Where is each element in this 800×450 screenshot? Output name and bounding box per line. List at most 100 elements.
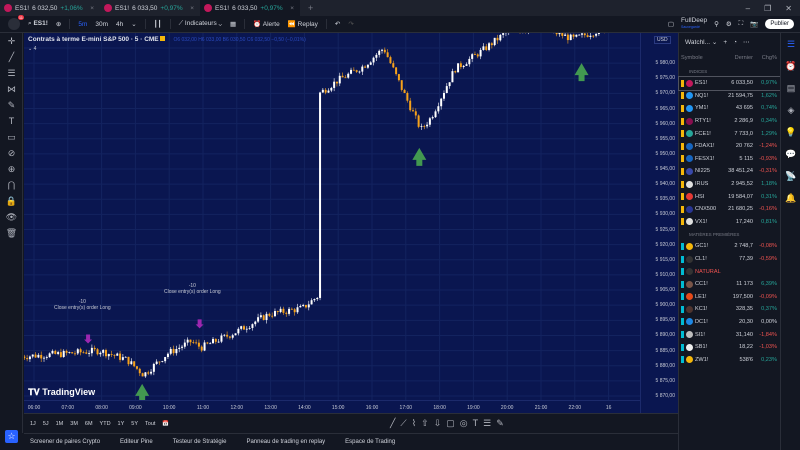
watchlist-row[interactable]: NI225 38 451,24 -0,31% [679,165,780,178]
text-icon[interactable]: T [0,113,23,129]
bottom-tab[interactable]: Espace de Trading [345,439,395,445]
redo-icon[interactable]: ↷ [348,20,353,28]
flag-icon[interactable] [681,255,684,263]
range-button[interactable]: 3M [70,421,78,427]
arrow-down-icon[interactable]: ⇩ [434,418,442,429]
rectangle-icon[interactable]: ▢ [446,418,455,429]
time-axis[interactable]: 06:00 07:00 08:00 09:00 10:00 11:00 12:00 13:00… [24,400,640,413]
browser-tab[interactable]: ES1! 6 033,50 +0,97% × [100,0,200,16]
watchlist-row[interactable]: CL1! 77,39 -0,59% [679,253,780,266]
interval-5m[interactable]: 5m [78,21,87,28]
watchlist-row[interactable]: RTY1! 2 286,9 0,34% [679,115,780,128]
watchlist-section-header[interactable]: MATIÈRES PREMIÈRES [679,228,780,240]
new-tab-icon[interactable]: + [308,3,313,13]
watchlist-row[interactable]: GC1! 2 748,7 -0,08% [679,240,780,253]
ruler-icon[interactable]: ▭ [0,129,23,145]
flag-icon[interactable] [681,305,684,313]
chart-pane[interactable]: Contrats à terme E-mini S&P 500 · 5 · CM… [24,33,640,400]
brush-icon[interactable]: ✎ [496,418,504,429]
indicators-collapse-button[interactable]: ⌄ 4 [28,46,36,52]
watchlist-row[interactable]: NATURAL [679,265,780,278]
flag-icon[interactable] [681,130,684,138]
bottom-tab[interactable]: Panneau de trading en replay [246,439,325,445]
watchlist-row[interactable]: ES1! 6 033,50 0,97% [678,76,781,91]
brush-icon[interactable]: ✎ [0,97,23,113]
range-button[interactable]: 1J [30,421,36,427]
watchlist-row[interactable]: YM1! 43 695 0,74% [679,102,780,115]
watchlist-icon[interactable]: ☰ [781,33,800,55]
path-icon[interactable]: ⌇ [412,418,416,429]
trash-icon[interactable]: 🗑 [0,225,23,241]
minimize-icon[interactable]: – [746,4,750,13]
watchlist-row[interactable]: FCE1! 7 733,0 1,29% [679,127,780,140]
symbol-search-button[interactable]: ⌕ ES1! [28,20,48,28]
line-tool-icon[interactable]: ╱ [390,418,395,429]
flag-icon[interactable] [681,242,684,250]
more-icon[interactable]: ⋯ [743,38,750,46]
watchlist-row[interactable]: CNX500 21 680,25 -0,16% [679,203,780,216]
flag-icon[interactable] [681,293,684,301]
watchlist-row[interactable]: LE1! 197,500 -0,09% [679,291,780,304]
broadcast-icon[interactable]: 📡 [781,165,800,187]
chat-icon[interactable]: 💬 [781,143,800,165]
trendline-icon[interactable]: ⟋ [400,418,406,429]
chevron-down-icon[interactable]: ⌄ [131,20,136,28]
close-icon[interactable]: × [290,5,294,12]
range-button[interactable]: Tout [145,421,155,427]
watchlist-row[interactable]: SI1! 31,140 -1,84% [679,328,780,341]
add-symbol-icon[interactable]: + [723,39,727,46]
pattern-icon[interactable]: ⋈ [0,81,23,97]
watchlist-title[interactable]: Watchl... ⌄ [685,38,717,46]
quick-search-icon[interactable]: ⚲ [714,20,719,28]
flag-icon[interactable] [681,280,684,288]
close-icon[interactable]: × [190,5,194,12]
layout-icon[interactable]: ▢ [668,20,674,28]
flag-icon[interactable] [681,167,684,175]
candles-type-icon[interactable]: ┃┃ [154,20,162,28]
settings-icon[interactable]: ⚙ [726,20,732,28]
flag-icon[interactable] [681,318,684,326]
watchlist-row[interactable]: CC1! 11 173 6,39% [679,278,780,291]
close-window-icon[interactable]: ✕ [785,4,792,13]
range-button[interactable]: 1Y [118,421,125,427]
bottom-tab[interactable]: Screener de paires Crypto [30,439,100,445]
maximize-icon[interactable]: ❐ [764,4,771,13]
replay-button[interactable]: ⏪ Replay [288,20,318,28]
range-button[interactable]: 5Y [131,421,138,427]
range-button[interactable]: 1M [56,421,64,427]
browser-tab[interactable]: ES1! 6 032,50 +1,06% × [0,0,100,16]
watchlist-row[interactable]: IRUS 2 945,52 1,18% [679,178,780,191]
column-chg[interactable]: Chg% [755,55,777,61]
trendline-icon[interactable]: ╱ [0,49,23,65]
circle-icon[interactable]: ◎ [460,418,468,429]
flag-icon[interactable] [681,104,684,112]
arrow-up-icon[interactable]: ⇧ [421,418,429,429]
indicators-button[interactable]: ⟋ Indicateurs ⌄ [179,20,222,28]
watchlist-row[interactable]: FESX1! 5 115 -0,93% [679,153,780,166]
flag-icon[interactable] [681,155,684,163]
close-icon[interactable]: × [90,5,94,12]
alarm-clock-icon[interactable]: ⏰ [781,55,800,77]
flag-icon[interactable] [681,193,684,201]
watchlist-section-header[interactable]: INDICES [679,65,780,77]
bottom-tab[interactable]: Testeur de Stratégie [173,439,227,445]
range-button[interactable]: YTD [100,421,111,427]
star-icon[interactable]: ☆ [5,430,18,443]
bell-icon[interactable]: 🔔 [781,187,800,209]
hide-icon[interactable]: 👁 [0,209,23,225]
flag-icon[interactable] [681,205,684,213]
crosshair-icon[interactable]: ✛ [0,33,23,49]
browser-tab[interactable]: ES1! 6 033,50 +0,97% × [200,0,300,16]
flag-icon[interactable] [681,117,684,125]
alert-button[interactable]: ⏰ Alerte [253,20,280,28]
publish-button[interactable]: Publier [765,19,794,29]
zoom-icon[interactable]: ⊕ [0,161,23,177]
calendar-icon[interactable]: ▤ [781,77,800,99]
flag-icon[interactable] [681,331,684,339]
range-icon[interactable]: ☰ [483,418,491,429]
notifications-button[interactable]: 11 [8,15,24,30]
bottom-tab[interactable]: Editeur Pine [120,439,153,445]
compare-symbol-button[interactable]: ⊕ [56,20,61,28]
advanced-view-icon[interactable]: ◔ [733,39,737,46]
column-last[interactable]: Dernier [719,55,753,61]
